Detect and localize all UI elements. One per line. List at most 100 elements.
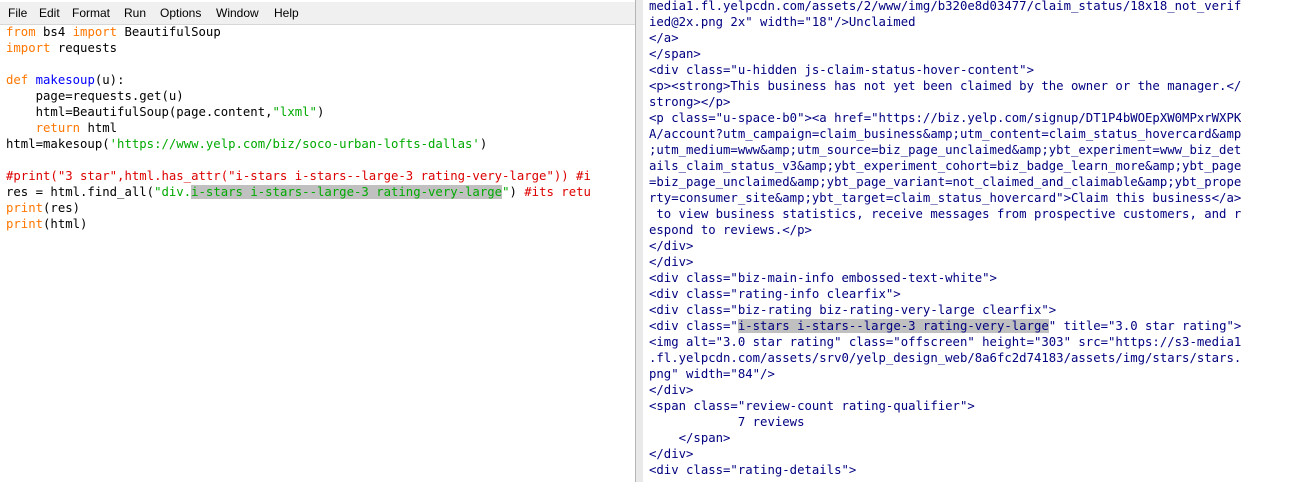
code-line: import requests bbox=[6, 40, 635, 56]
source-line: <div class="biz-main-info embossed-text-… bbox=[649, 270, 1294, 286]
code-token: </span> bbox=[649, 431, 731, 445]
code-line: page=requests.get(u) bbox=[6, 88, 635, 104]
source-line: <div class="biz-rating biz-rating-very-l… bbox=[649, 302, 1294, 318]
code-token: .fl.yelpcdn.com/assets/srv0/yelp_design_… bbox=[649, 351, 1242, 365]
code-token: ) bbox=[316, 105, 325, 119]
code-token: </div> bbox=[649, 447, 694, 461]
source-line: ails_claim_status_v3&amp;ybt_experiment_… bbox=[649, 158, 1294, 174]
menu-window[interactable]: Window bbox=[216, 6, 259, 20]
source-line: <p><strong>This business has not yet bee… bbox=[649, 78, 1294, 94]
code-token: #its retu bbox=[524, 185, 591, 199]
menu-format[interactable]: Format bbox=[72, 6, 110, 20]
source-line: png" width="84"/> bbox=[649, 366, 1294, 382]
menu-bar: File Edit Format Run Options Window Help bbox=[0, 2, 635, 25]
code-token: html=BeautifulSoup(page.content, bbox=[6, 105, 273, 119]
code-line: html=BeautifulSoup(page.content,"lxml") bbox=[6, 104, 635, 120]
code-token: ) bbox=[479, 137, 488, 151]
menu-edit[interactable]: Edit bbox=[39, 6, 60, 20]
html-source-text[interactable]: media1.fl.yelpcdn.com/assets/2/www/img/b… bbox=[649, 0, 1294, 478]
source-line: =biz_page_unclaimed&amp;ybt_page_variant… bbox=[649, 174, 1294, 190]
code-token: <p class="u-space-b0"><a href="https://b… bbox=[649, 111, 1242, 125]
source-line: <div class="rating-details"> bbox=[649, 462, 1294, 478]
code-token: <div class="rating-info clearfix"> bbox=[649, 287, 901, 301]
code-token: espond to reviews.</p> bbox=[649, 223, 812, 237]
code-line: def makesoup(u): bbox=[6, 72, 635, 88]
html-output-window[interactable]: media1.fl.yelpcdn.com/assets/2/www/img/b… bbox=[643, 0, 1294, 482]
code-token: #print("3 star",html.has_attr("i-stars i… bbox=[6, 169, 591, 183]
code-token: (res) bbox=[43, 201, 81, 215]
code-token: <div class="biz-main-info embossed-text-… bbox=[649, 271, 997, 285]
code-line: print(html) bbox=[6, 216, 635, 232]
code-editor-text[interactable]: from bs4 import BeautifulSoup import requ… bbox=[6, 24, 635, 232]
menu-file[interactable]: File bbox=[8, 6, 27, 20]
menu-help[interactable]: Help bbox=[274, 6, 299, 20]
code-token: <div class="u-hidden js-claim-status-hov… bbox=[649, 63, 1034, 77]
code-token: </div> bbox=[649, 239, 694, 253]
code-token: i-stars i-stars--large-3 rating-very-lar… bbox=[191, 185, 503, 199]
menu-run[interactable]: Run bbox=[124, 6, 146, 20]
code-token: ;utm_medium=www&amp;utm_source=biz_page_… bbox=[649, 143, 1242, 157]
code-token: media1.fl.yelpcdn.com/assets/2/www/img/b… bbox=[649, 0, 1242, 13]
code-token: from bbox=[6, 25, 36, 39]
code-token: <p><strong>This business has not yet bee… bbox=[649, 79, 1242, 93]
source-line: <div class="i-stars i-stars--large-3 rat… bbox=[649, 318, 1294, 334]
code-token: 7 reviews bbox=[649, 415, 805, 429]
code-token: <img alt="3.0 star rating" class="offscr… bbox=[649, 335, 1242, 349]
code-token: requests bbox=[50, 41, 118, 55]
code-token: "div. bbox=[154, 185, 192, 199]
code-token: <span class="review-count rating-qualifi… bbox=[649, 399, 975, 413]
code-token: </div> bbox=[649, 383, 694, 397]
code-token: return bbox=[35, 121, 81, 135]
code-line: print(res) bbox=[6, 200, 635, 216]
source-line: to view business statistics, receive mes… bbox=[649, 206, 1294, 222]
source-line: 7 reviews bbox=[649, 414, 1294, 430]
code-token: <div class="biz-rating biz-rating-very-l… bbox=[649, 303, 1057, 317]
code-token: </a> bbox=[649, 31, 679, 45]
python-editor-window[interactable]: File Edit Format Run Options Window Help… bbox=[0, 0, 635, 482]
code-token: bs4 bbox=[35, 25, 73, 39]
code-token: print bbox=[6, 201, 44, 215]
code-token: png" width="84"/> bbox=[649, 367, 775, 381]
code-token: html=makesoup( bbox=[6, 137, 110, 151]
menu-options[interactable]: Options bbox=[160, 6, 201, 20]
code-line: #print("3 star",html.has_attr("i-stars i… bbox=[6, 168, 635, 184]
source-line: espond to reviews.</p> bbox=[649, 222, 1294, 238]
code-token: to view business statistics, receive mes… bbox=[649, 207, 1242, 221]
code-token: ) bbox=[509, 185, 525, 199]
code-token: "lxml" bbox=[272, 105, 317, 119]
code-token: makesoup bbox=[35, 73, 95, 87]
source-line: .fl.yelpcdn.com/assets/srv0/yelp_design_… bbox=[649, 350, 1294, 366]
code-token: import bbox=[72, 25, 118, 39]
code-line: return html bbox=[6, 120, 635, 136]
source-line: strong></p> bbox=[649, 94, 1294, 110]
source-line: </div> bbox=[649, 238, 1294, 254]
code-token: print bbox=[6, 217, 44, 231]
code-token: res = html.find_all( bbox=[6, 185, 155, 199]
source-line: </span> bbox=[649, 46, 1294, 62]
source-line: <div class="rating-info clearfix"> bbox=[649, 286, 1294, 302]
code-line: from bs4 import BeautifulSoup bbox=[6, 24, 635, 40]
code-line: html=makesoup('https://www.yelp.com/biz/… bbox=[6, 136, 635, 152]
source-line: </span> bbox=[649, 430, 1294, 446]
code-token: html bbox=[80, 121, 118, 135]
code-token: def bbox=[6, 73, 29, 87]
code-token: " title="3.0 star rating"> bbox=[1048, 319, 1242, 333]
source-line: <div class="u-hidden js-claim-status-hov… bbox=[649, 62, 1294, 78]
source-line: </div> bbox=[649, 254, 1294, 270]
code-line: res = html.find_all("div.i-stars i-stars… bbox=[6, 184, 635, 200]
code-token: (u): bbox=[94, 73, 125, 87]
code-token: </span> bbox=[649, 47, 701, 61]
source-line: </a> bbox=[649, 30, 1294, 46]
source-line: </div> bbox=[649, 382, 1294, 398]
source-line: <p class="u-space-b0"><a href="https://b… bbox=[649, 110, 1294, 126]
code-token: 'https://www.yelp.com/biz/soco-urban-lof… bbox=[109, 137, 480, 151]
code-token: BeautifulSoup bbox=[117, 25, 221, 39]
code-token: strong></p> bbox=[649, 95, 731, 109]
code-token: rty=consumer_site&amp;ybt_target=claim_s… bbox=[649, 191, 1242, 205]
code-token: A/account?utm_campaign=claim_business&am… bbox=[649, 127, 1242, 141]
source-line: media1.fl.yelpcdn.com/assets/2/www/img/b… bbox=[649, 0, 1294, 14]
source-line: <span class="review-count rating-qualifi… bbox=[649, 398, 1294, 414]
